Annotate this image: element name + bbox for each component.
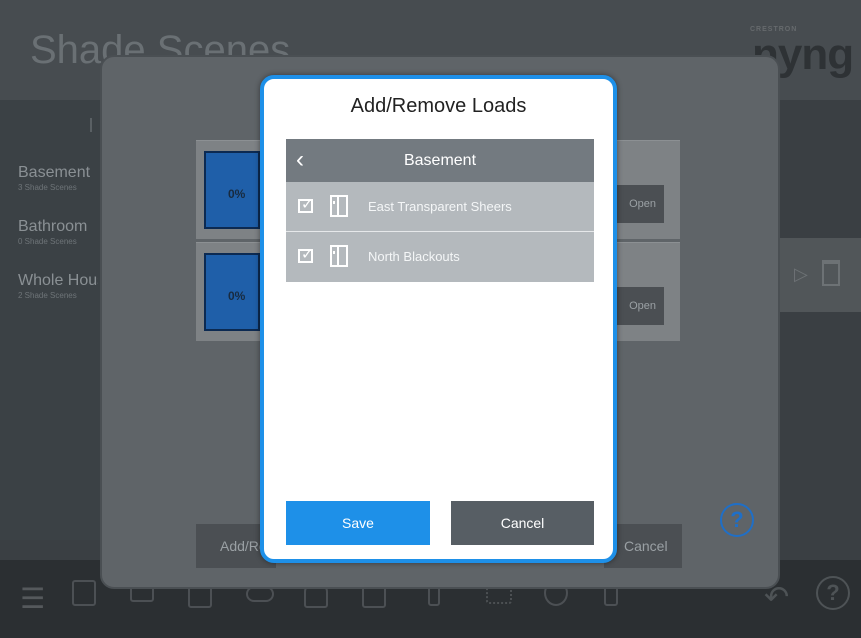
load-row-east-transparent-sheers[interactable]: ✓ East Transparent Sheers (286, 182, 594, 232)
scene-level-indicator: 0% (204, 151, 260, 229)
room-subtitle: 3 Shade Scenes (18, 183, 77, 192)
sidebar-scroll-indicator (90, 118, 92, 132)
trash-icon[interactable] (822, 260, 840, 286)
scene-row-actions: ▷ (778, 238, 861, 312)
load-label: North Blackouts (368, 249, 460, 264)
checkbox-checked-icon[interactable]: ✓ (298, 246, 314, 263)
load-label: East Transparent Sheers (368, 199, 512, 214)
checkbox-checked-icon[interactable]: ✓ (298, 196, 314, 213)
room-subtitle: 2 Shade Scenes (18, 291, 77, 300)
play-icon[interactable]: ▷ (794, 264, 808, 285)
help-icon[interactable]: ? (720, 503, 754, 537)
door-icon[interactable] (72, 580, 96, 606)
shade-load-icon (330, 195, 348, 217)
menu-icon[interactable]: ☰ (20, 582, 45, 615)
cancel-button[interactable]: Cancel (451, 501, 594, 545)
open-button[interactable]: Open (616, 287, 664, 325)
room-item-basement[interactable]: Basement 3 Shade Scenes (18, 164, 98, 192)
help-icon-footer[interactable]: ? (816, 576, 850, 610)
shade-load-icon (330, 245, 348, 267)
scene-level-indicator: 0% (204, 253, 260, 331)
open-button[interactable]: Open (616, 185, 664, 223)
add-remove-loads-modal: Add/Remove Loads ‹ Basement ✓ East Trans… (260, 75, 617, 563)
room-item-bathroom[interactable]: Bathroom 0 Shade Scenes (18, 218, 98, 246)
room-name: Whole House (18, 272, 98, 289)
scene-percent: 0% (228, 187, 246, 201)
room-item-whole-house[interactable]: Whole House 2 Shade Scenes (18, 272, 98, 300)
load-row-north-blackouts[interactable]: ✓ North Blackouts (286, 232, 594, 282)
scene-percent: 0% (228, 289, 246, 303)
room-name: Bathroom (18, 218, 88, 235)
room-name: Basement (18, 164, 91, 181)
list-header-label: Basement (403, 152, 477, 169)
modal-title: Add/Remove Loads (350, 95, 527, 117)
save-button[interactable]: Save (286, 501, 430, 545)
list-header: ‹ Basement (286, 139, 594, 182)
room-subtitle: 0 Shade Scenes (18, 237, 77, 246)
